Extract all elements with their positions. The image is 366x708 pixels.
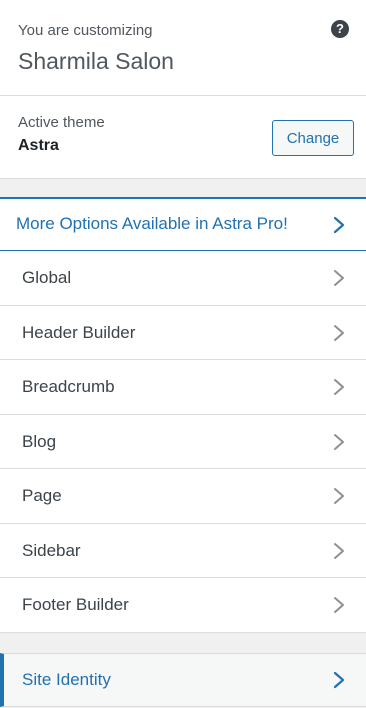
menu-item-page[interactable]: Page	[0, 469, 366, 524]
astra-pro-link[interactable]: More Options Available in Astra Pro!	[0, 197, 366, 251]
menu-item-global[interactable]: Global	[0, 251, 366, 306]
help-icon[interactable]: ?	[331, 20, 349, 38]
menu-item-blog[interactable]: Blog	[0, 414, 366, 469]
menu-item-breadcrumb[interactable]: Breadcrumb	[0, 360, 366, 415]
section-divider	[0, 632, 366, 653]
active-theme-name: Astra	[18, 137, 59, 154]
site-identity-label: Site Identity	[22, 669, 111, 689]
chevron-right-icon	[334, 433, 344, 450]
menu-item-header-builder[interactable]: Header Builder	[0, 305, 366, 360]
change-theme-button[interactable]: Change	[272, 120, 354, 156]
chevron-right-icon	[334, 379, 344, 395]
active-theme-section: Active theme Astra Change	[0, 96, 366, 179]
menu-item-label: Header Builder	[22, 322, 136, 342]
chevron-right-icon	[334, 488, 344, 504]
astra-pro-link-label: More Options Available in Astra Pro!	[16, 214, 288, 233]
menu-item-sidebar[interactable]: Sidebar	[0, 523, 366, 578]
chevron-right-icon	[333, 216, 345, 234]
chevron-right-icon	[334, 324, 344, 341]
menu-item-footer-builder[interactable]: Footer Builder	[0, 578, 366, 633]
menu-item-label: Page	[22, 486, 62, 505]
menu-item-label: Blog	[22, 431, 57, 451]
menu-item-label: Global	[22, 268, 72, 287]
customizer-panel: You are customizing Sharmila Salon ? Act…	[0, 0, 366, 708]
customizing-label: You are customizing	[18, 22, 153, 39]
section-divider	[0, 179, 366, 197]
chevron-right-icon	[334, 542, 344, 559]
menu-item-label: Footer Builder	[22, 595, 129, 614]
chevron-right-icon	[333, 671, 345, 688]
customizer-menu: Global Header Builder Breadcrumb Blog Pa…	[0, 251, 366, 633]
site-title: Sharmila Salon	[18, 48, 174, 74]
chevron-right-icon	[334, 270, 344, 286]
customizer-info-section: You are customizing Sharmila Salon ?	[0, 0, 366, 96]
menu-item-site-identity[interactable]: Site Identity	[0, 652, 366, 707]
chevron-right-icon	[334, 597, 344, 613]
menu-item-label: Sidebar	[22, 540, 81, 560]
active-theme-label: Active theme	[18, 114, 105, 131]
menu-item-label: Breadcrumb	[22, 377, 115, 396]
